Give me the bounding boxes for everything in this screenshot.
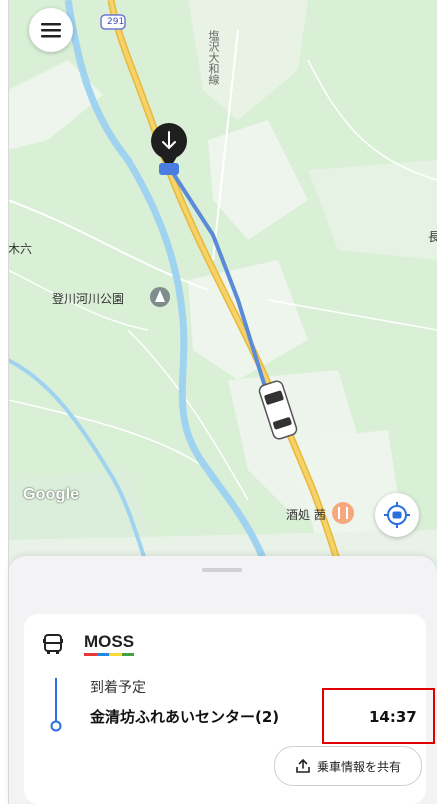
bus-icon [43,634,63,654]
highlight-box [322,688,435,744]
share-ride-info-button[interactable]: 乗車情報を共有 [274,746,422,786]
hamburger-menu-icon [41,23,61,38]
place-label-edge: 長 [428,230,437,244]
road-name-label: 塩沢大和線 [207,30,220,85]
app-screen: 291 塩沢大和線 木六 登川河川公園 酒処 茜 長 Google MOSS 到… [0,0,437,804]
destination-name: 金清坊ふれあいセンター(2) [90,708,280,726]
menu-button[interactable] [29,8,73,52]
share-icon [296,758,310,773]
bottom-sheet[interactable]: MOSS 到着予定 金清坊ふれあいセンター(2) 14:37 乗車情報を共有 [8,556,437,804]
sheet-drag-handle[interactable] [202,568,242,572]
map-view[interactable]: 291 塩沢大和線 木六 登川河川公園 酒処 茜 長 [8,0,437,600]
place-label-park: 登川河川公園 [52,292,125,306]
arrival-label: 到着予定 [90,680,146,696]
place-label-kiroku: 木六 [8,242,33,256]
share-button-label: 乗車情報を共有 [316,759,401,774]
route-progress-icon [50,678,62,732]
brand-color-bar [84,653,135,656]
park-icon [150,287,170,307]
place-label-sake: 酒処 茜 [286,508,326,522]
vehicle-locate-icon [384,502,410,528]
google-logo: Google [23,486,80,503]
brand-row: MOSS [42,632,135,656]
restaurant-icon [332,502,354,524]
road-shield-label: 291 [107,17,125,27]
brand-name: MOSS [84,632,135,651]
brand-logo: MOSS [84,632,135,656]
locate-vehicle-button[interactable] [375,493,419,537]
